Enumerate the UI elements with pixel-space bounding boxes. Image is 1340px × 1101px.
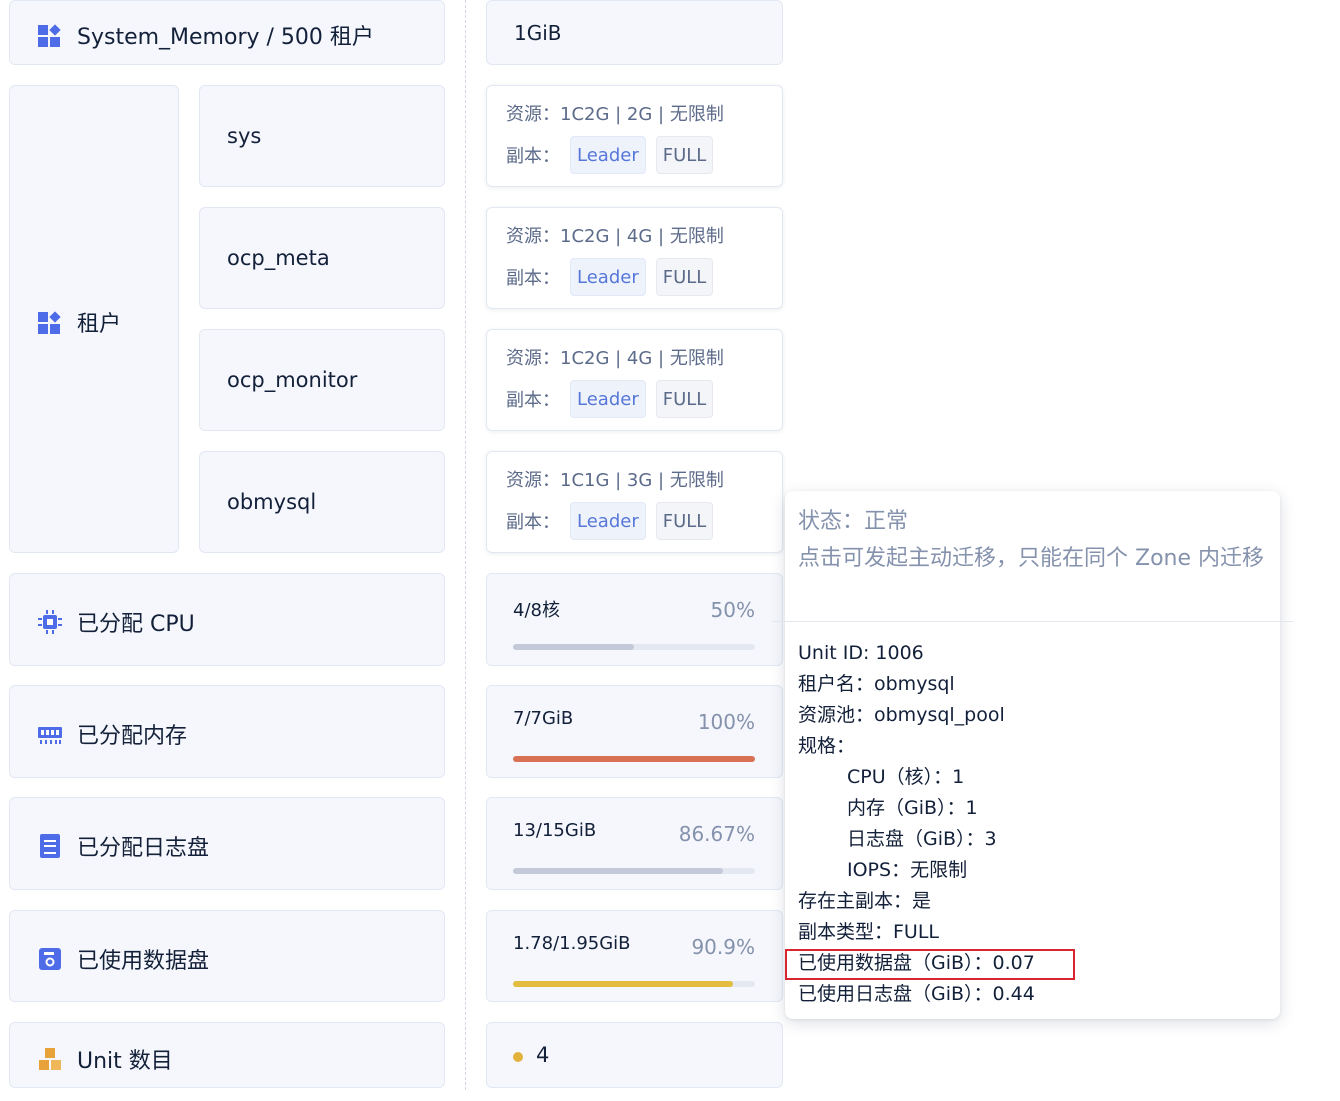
tooltip-log-disk-used: 已使用日志盘（GiB）：0.44 — [798, 983, 1035, 1005]
leader-tag: Leader — [570, 258, 646, 296]
allocated-cpu-card: 已分配 CPU — [9, 573, 445, 666]
unit-count-value-card: 4 — [486, 1022, 783, 1088]
log-disk-usage-percent: 86.67% — [678, 822, 755, 846]
leader-tag: Leader — [570, 380, 646, 418]
replica-label: 副本： — [506, 390, 560, 411]
tooltip-spec-log-disk: 日志盘（GiB）：3 — [847, 828, 997, 850]
tooltip-tenant-name: 租户名：obmysql — [798, 673, 955, 695]
cpu-usage-card: 4/8核 50% — [486, 573, 783, 666]
tenant-name: ocp_meta — [227, 246, 330, 270]
unit-card-ocp-meta[interactable]: 资源： 1C2G | 4G | 无限制 副本： Leader FULL — [486, 207, 783, 309]
replica-type-tag: FULL — [655, 136, 714, 174]
data-disk-icon — [37, 946, 63, 972]
used-data-disk-card: 已使用数据盘 — [9, 910, 445, 1002]
used-data-disk-label: 已使用数据盘 — [77, 949, 210, 974]
column-divider — [465, 0, 466, 1090]
memory-value: 1GiB — [514, 21, 562, 45]
leader-tag: Leader — [570, 136, 646, 174]
memory-usage-value: 7/7GiB — [513, 708, 574, 729]
tooltip-replica-type: 副本类型：FULL — [798, 921, 940, 943]
resource-label: 资源： — [506, 226, 560, 247]
log-disk-usage-value: 13/15GiB — [513, 820, 597, 841]
tooltip-has-leader: 存在主副本：是 — [798, 890, 932, 912]
allocated-log-disk-card: 已分配日志盘 — [9, 797, 445, 890]
memory-progress-bar — [513, 756, 755, 762]
memory-usage-percent: 100% — [697, 710, 755, 734]
unit-count-value: 4 — [536, 1043, 550, 1067]
allocated-memory-label: 已分配内存 — [77, 724, 188, 749]
cpu-usage-percent: 50% — [710, 598, 755, 622]
boxes-icon — [37, 1046, 63, 1072]
replica-label: 副本： — [506, 268, 560, 289]
tenant-group-card: 租户 — [9, 85, 179, 553]
memory-progress-fill — [513, 756, 755, 762]
resource-label: 资源： — [506, 348, 560, 369]
tooltip-spec-memory: 内存（GiB）：1 — [847, 797, 978, 819]
tooltip-spec-cpu: CPU（核）：1 — [847, 766, 965, 788]
tenant-card-obmysql[interactable]: obmysql — [199, 451, 445, 553]
resource-label: 资源： — [506, 470, 560, 491]
data-disk-usage-card: 1.78/1.95GiB 90.9% — [486, 910, 783, 1002]
replica-type-tag: FULL — [655, 502, 714, 540]
zone-header-card: System_Memory / 500 租户 — [9, 0, 445, 65]
resource-value: 1C1G | 3G | 无限制 — [560, 470, 724, 491]
log-disk-progress-bar — [513, 868, 755, 874]
tooltip-unit-id: Unit ID: 1006 — [798, 642, 924, 664]
tooltip-spec-label: 规格： — [798, 735, 856, 757]
tenant-name: ocp_monitor — [227, 368, 358, 392]
unit-count-card: Unit 数目 — [9, 1022, 445, 1088]
tooltip-migration-hint: 点击可发起主动迁移，只能在同个 Zone 内迁移 — [798, 546, 1264, 571]
cpu-progress-fill — [513, 644, 634, 650]
data-disk-progress-bar — [513, 981, 755, 987]
highlight-box — [785, 949, 1075, 980]
log-disk-progress-fill — [513, 868, 723, 874]
cpu-usage-value: 4/8核 — [513, 600, 560, 621]
allocated-cpu-label: 已分配 CPU — [77, 612, 195, 637]
replica-type-tag: FULL — [655, 258, 714, 296]
resource-label: 资源： — [506, 104, 560, 125]
log-disk-usage-card: 13/15GiB 86.67% — [486, 797, 783, 890]
memory-icon — [37, 721, 63, 747]
tooltip-status: 状态：正常 — [798, 509, 909, 534]
tenant-name: obmysql — [227, 490, 317, 514]
replica-type-tag: FULL — [655, 380, 714, 418]
tooltip-resource-pool: 资源池：obmysql_pool — [798, 704, 1005, 726]
tenant-name: sys — [227, 124, 262, 148]
resource-value: 1C2G | 2G | 无限制 — [560, 104, 724, 125]
memory-usage-card: 7/7GiB 100% — [486, 685, 783, 778]
tenant-card-ocp-monitor[interactable]: ocp_monitor — [199, 329, 445, 431]
status-dot-icon — [513, 1052, 523, 1062]
allocated-log-disk-label: 已分配日志盘 — [77, 836, 210, 861]
replica-label: 副本： — [506, 512, 560, 533]
dashboard-icon — [37, 309, 63, 335]
unit-card-ocp-monitor[interactable]: 资源： 1C2G | 4G | 无限制 副本： Leader FULL — [486, 329, 783, 431]
data-disk-usage-value: 1.78/1.95GiB — [513, 933, 631, 954]
tooltip-divider — [772, 621, 1293, 622]
cpu-icon — [37, 609, 63, 635]
resource-value: 1C2G | 4G | 无限制 — [560, 226, 724, 247]
allocated-memory-card: 已分配内存 — [9, 685, 445, 778]
unit-card-obmysql[interactable]: 资源： 1C1G | 3G | 无限制 副本： Leader FULL — [486, 451, 783, 553]
tenant-card-sys[interactable]: sys — [199, 85, 445, 187]
tooltip-spec-iops: IOPS：无限制 — [847, 859, 968, 881]
unit-count-label: Unit 数目 — [77, 1049, 173, 1074]
cpu-progress-bar — [513, 644, 755, 650]
tenant-group-label: 租户 — [77, 312, 122, 337]
zone-header-label: System_Memory / 500 租户 — [77, 25, 374, 50]
data-disk-usage-percent: 90.9% — [691, 935, 755, 959]
unit-detail-tooltip: 状态：正常 点击可发起主动迁移，只能在同个 Zone 内迁移 Unit ID: … — [772, 491, 1293, 1019]
resource-value: 1C2G | 4G | 无限制 — [560, 348, 724, 369]
unit-card-sys[interactable]: 资源： 1C2G | 2G | 无限制 副本： Leader FULL — [486, 85, 783, 187]
replica-label: 副本： — [506, 146, 560, 167]
tenant-card-ocp-meta[interactable]: ocp_meta — [199, 207, 445, 309]
memory-value-card: 1GiB — [486, 0, 783, 65]
leader-tag: Leader — [570, 502, 646, 540]
data-disk-progress-fill — [513, 981, 733, 987]
log-disk-icon — [37, 833, 63, 859]
dashboard-icon — [37, 22, 63, 48]
